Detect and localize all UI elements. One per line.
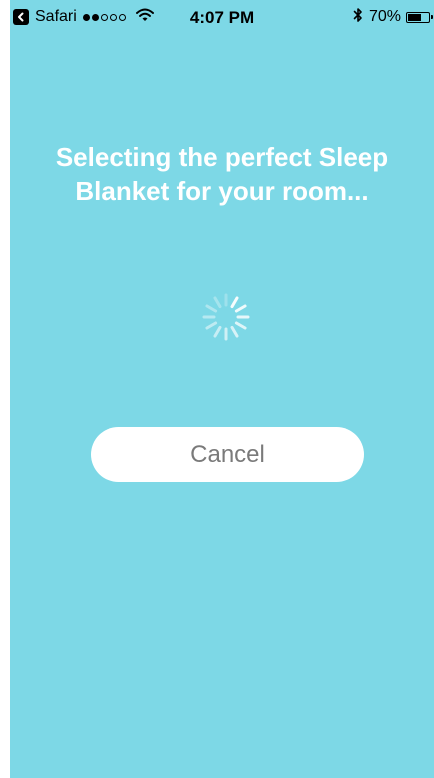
spinner-spoke — [213, 325, 222, 338]
signal-dot — [91, 13, 99, 21]
spinner-spoke — [205, 304, 218, 313]
battery-icon — [406, 11, 433, 23]
signal-dot — [118, 13, 126, 21]
battery-cap — [431, 14, 433, 19]
wifi-icon — [135, 8, 154, 27]
battery-percent: 70% — [368, 8, 401, 25]
spinner-spoke — [234, 304, 247, 313]
spinner-spoke — [230, 296, 239, 309]
spinner-spoke — [205, 321, 218, 330]
screen: Safari 4:07 PM 70% Selecting the perfect… — [10, 0, 434, 778]
battery-fill — [408, 13, 422, 21]
cancel-button[interactable]: Cancel — [91, 427, 364, 482]
back-to-app-icon[interactable] — [13, 9, 29, 25]
signal-dot — [109, 13, 117, 21]
status-left[interactable]: Safari — [13, 6, 154, 28]
carrier-label: Safari — [35, 8, 77, 25]
spinner-spoke — [230, 325, 239, 338]
page-title: Selecting the perfect Sleep Blanket for … — [55, 142, 389, 206]
signal-dot — [100, 13, 108, 21]
spinner-spoke — [213, 296, 222, 309]
loading-spinner-icon — [202, 293, 250, 341]
cellular-signal-icon — [82, 13, 128, 21]
bluetooth-icon — [353, 7, 363, 28]
status-right: 70% — [353, 6, 433, 28]
status-bar: Safari 4:07 PM 70% — [10, 0, 434, 34]
signal-dot — [82, 13, 90, 21]
spinner-spoke — [234, 321, 247, 330]
